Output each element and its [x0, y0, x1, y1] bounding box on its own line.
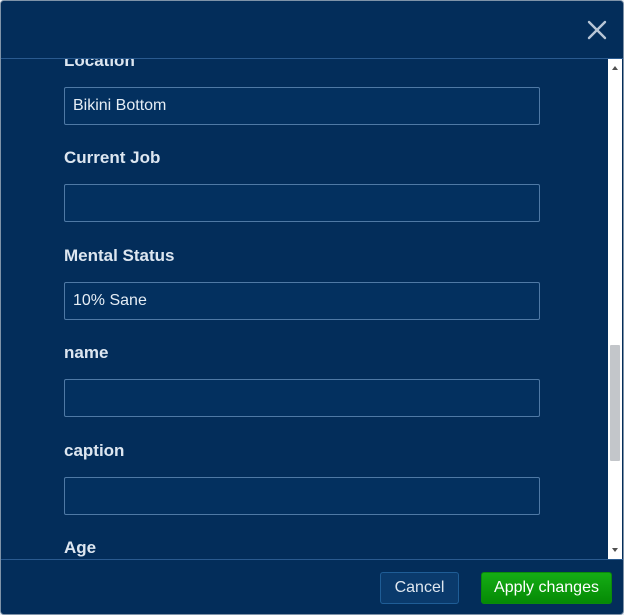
caption-label: caption [64, 441, 125, 460]
current-job-label: Current Job [64, 148, 161, 167]
caption-input[interactable] [64, 477, 540, 515]
dialog-footer: Cancel Apply changes [1, 559, 623, 614]
location-label: Location [64, 59, 135, 70]
edit-dialog: Location Current Job Mental Status name … [0, 0, 624, 615]
close-button[interactable] [587, 20, 607, 40]
triangle-down-icon [612, 548, 618, 552]
close-icon [587, 20, 607, 40]
vertical-scrollbar[interactable] [608, 59, 622, 559]
name-input[interactable] [64, 379, 540, 417]
scroll-thumb[interactable] [610, 345, 620, 461]
dialog-body: Location Current Job Mental Status name … [1, 59, 607, 559]
cancel-button[interactable]: Cancel [380, 572, 459, 604]
dialog-header [1, 1, 623, 59]
name-label: name [64, 343, 109, 362]
current-job-input[interactable] [64, 184, 540, 222]
age-label: Age [64, 538, 97, 557]
mental-status-label: Mental Status [64, 246, 175, 265]
triangle-up-icon [612, 66, 618, 70]
scroll-down-arrow[interactable] [608, 543, 622, 557]
scroll-up-arrow[interactable] [608, 61, 622, 75]
location-input[interactable] [64, 87, 540, 125]
apply-changes-button[interactable]: Apply changes [481, 572, 612, 604]
mental-status-input[interactable] [64, 282, 540, 320]
